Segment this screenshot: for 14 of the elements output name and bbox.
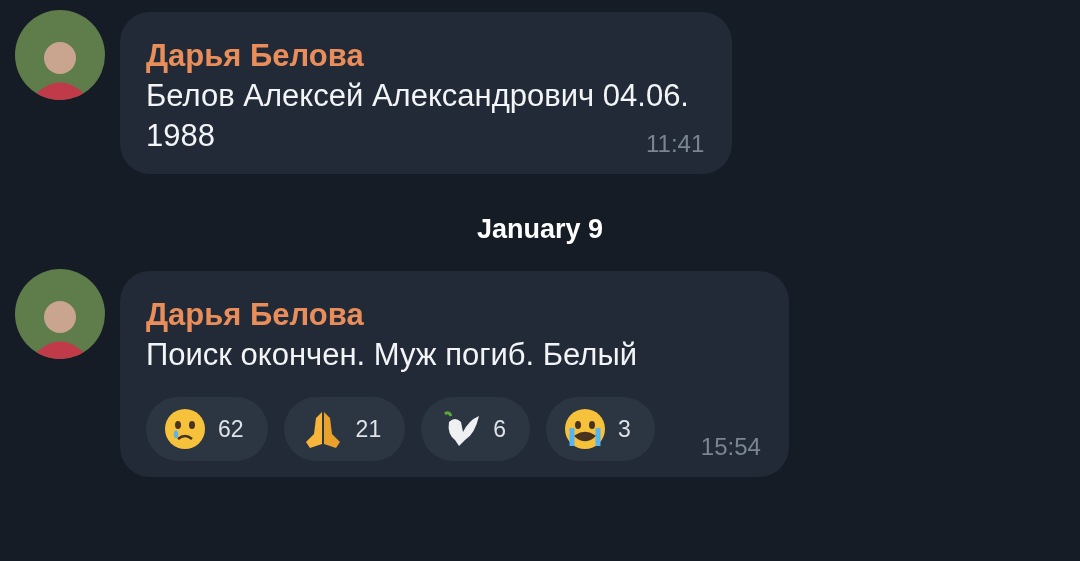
crying-face-icon: [164, 408, 206, 450]
message-time: 15:54: [700, 433, 761, 461]
sobbing-face-icon: [564, 408, 606, 450]
date-separator: January 9: [476, 214, 604, 245]
message-text: Белов Алексей Александрович 04.06.: [146, 77, 689, 115]
reaction-button[interactable]: 6: [421, 397, 530, 461]
reaction-button[interactable]: 62: [146, 397, 268, 461]
message-text: Поиск окончен. Муж погиб. Белый: [146, 336, 637, 374]
message-text: 1988: [146, 117, 215, 155]
sender-name[interactable]: Дарья Белова: [146, 295, 761, 335]
sender-name[interactable]: Дарья Белова: [146, 36, 705, 76]
reaction-button[interactable]: 21: [283, 397, 406, 461]
reaction-button[interactable]: 3: [546, 397, 655, 461]
message-time: 11:41: [646, 130, 705, 158]
